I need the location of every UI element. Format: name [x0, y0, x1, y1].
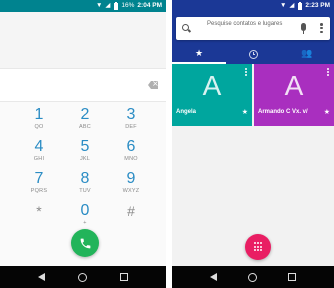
key-1[interactable]: 1 QO [16, 106, 62, 136]
status-time: 2:04 PM [137, 2, 162, 9]
home-icon[interactable] [247, 272, 257, 282]
key-digit: 1 [34, 106, 44, 123]
more-vert-icon[interactable] [320, 23, 323, 34]
recents-icon[interactable] [119, 273, 128, 281]
key-letters: DEF [125, 124, 137, 130]
key-digit: 6 [126, 138, 136, 155]
recents-icon[interactable] [288, 273, 297, 281]
app-bar: Pesquise contatos e lugares ★ 👥 [172, 12, 334, 64]
dialpad-button[interactable] [245, 234, 271, 260]
key-9[interactable]: 9 WXYZ [108, 170, 154, 200]
key-letters: GHI [33, 156, 45, 162]
key-3[interactable]: 3 DEF [108, 106, 154, 136]
star-icon: ★ [194, 49, 204, 59]
key-digit: 0 [80, 202, 90, 219]
signal-icon: ◢ [105, 2, 111, 9]
tab-recents[interactable] [226, 44, 280, 64]
contact-name: Angela [176, 109, 197, 115]
search-input[interactable]: Pesquise contatos e lugares [176, 17, 330, 40]
call-button[interactable] [71, 229, 99, 257]
favorites-screen: ▼ ◢ 2:23 PM Pesquise contatos e lugares … [172, 0, 334, 288]
key-digit: 5 [80, 138, 90, 155]
star-icon: ★ [241, 108, 248, 116]
backspace-icon[interactable] [148, 81, 158, 89]
key-digit: 4 [34, 138, 44, 155]
key-8[interactable]: 8 TUV [62, 170, 108, 200]
navigation-bar [0, 266, 166, 288]
back-icon[interactable] [209, 273, 217, 281]
phone-icon [80, 238, 90, 248]
key-digit: 3 [126, 106, 136, 123]
battery-percent: 16% [121, 2, 135, 9]
key-digit: 2 [80, 106, 90, 123]
key-letters: QO [34, 124, 44, 130]
key-5[interactable]: 5 JKL [62, 138, 108, 168]
key-letters: ABC [79, 124, 91, 130]
key-symbol: # [127, 203, 135, 219]
star-icon: ★ [323, 108, 330, 116]
key-star[interactable]: * [16, 202, 62, 232]
more-vert-icon[interactable] [245, 68, 247, 77]
key-7[interactable]: 7 PQRS [16, 170, 62, 200]
key-letters: JKL [79, 156, 91, 162]
key-letters: WXYZ [122, 188, 140, 194]
tab-bar: ★ 👥 [172, 44, 334, 64]
status-time: 2:23 PM [305, 2, 330, 9]
key-6[interactable]: 6 MNO [108, 138, 154, 168]
key-pound[interactable]: # [108, 202, 154, 232]
search-icon[interactable] [182, 24, 189, 31]
tab-contacts[interactable]: 👥 [280, 44, 334, 64]
clock-icon [248, 49, 258, 59]
key-4[interactable]: 4 GHI [16, 138, 62, 168]
dialer-header [0, 12, 166, 68]
key-letters: PQRS [30, 188, 48, 194]
key-letters: TUV [79, 188, 91, 194]
people-icon: 👥 [301, 49, 313, 59]
more-vert-icon[interactable] [327, 68, 329, 77]
key-letters: MNO [124, 156, 138, 162]
dialpad-icon [254, 242, 263, 252]
key-0[interactable]: 0 + [62, 202, 108, 232]
mic-icon[interactable] [301, 23, 306, 34]
status-bar: ▼ ◢ 16% 2:04 PM [0, 0, 166, 12]
digits-field[interactable] [0, 68, 166, 102]
tab-favorites[interactable]: ★ [172, 44, 226, 64]
favorite-contact-card[interactable]: A Armando C Vx. v/ ★ [254, 64, 334, 126]
key-digit: 7 [34, 170, 44, 187]
back-icon[interactable] [38, 273, 46, 281]
key-letters: + [83, 220, 87, 226]
contact-initial: A [202, 70, 222, 101]
wifi-icon: ▼ [279, 2, 287, 9]
battery-icon [298, 1, 303, 10]
home-icon[interactable] [77, 272, 87, 282]
key-2[interactable]: 2 ABC [62, 106, 108, 136]
battery-icon [114, 1, 119, 10]
key-digit: 8 [80, 170, 90, 187]
signal-icon: ◢ [289, 2, 295, 9]
contact-initial: A [284, 70, 304, 101]
wifi-icon: ▼ [95, 2, 103, 9]
favorite-contact-card[interactable]: A Angela ★ [172, 64, 252, 126]
status-bar: ▼ ◢ 2:23 PM [172, 0, 334, 12]
dialer-screen: ▼ ◢ 16% 2:04 PM 1 QO 2 ABC 3 DEF 4 GHI 5… [0, 0, 166, 288]
key-symbol: * [36, 203, 42, 219]
search-placeholder: Pesquise contatos e lugares [207, 21, 283, 27]
key-digit: 9 [126, 170, 136, 187]
navigation-bar [172, 266, 334, 288]
contact-name: Armando C Vx. v/ [258, 109, 308, 115]
